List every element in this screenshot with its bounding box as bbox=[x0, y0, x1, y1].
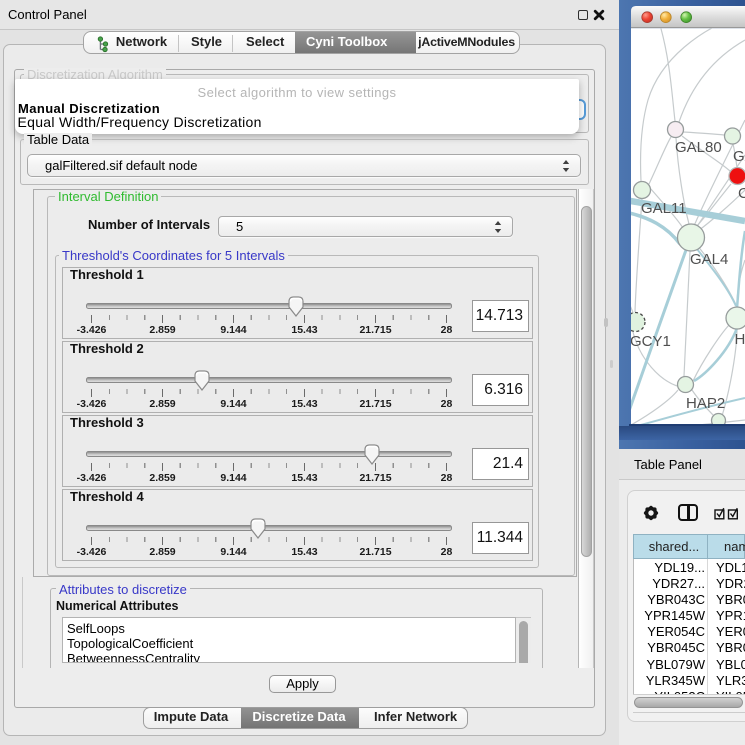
svg-text:GAL: GAL bbox=[733, 148, 745, 165]
svg-text:GCY1: GCY1 bbox=[630, 333, 671, 350]
svg-text:GAL4: GAL4 bbox=[690, 251, 728, 268]
svg-text:CY: CY bbox=[738, 185, 745, 202]
svg-text:GAL80: GAL80 bbox=[675, 139, 722, 156]
svg-text:HAP2: HAP2 bbox=[686, 395, 725, 412]
svg-text:HI: HI bbox=[735, 331, 745, 348]
svg-text:GAL11: GAL11 bbox=[641, 200, 687, 217]
